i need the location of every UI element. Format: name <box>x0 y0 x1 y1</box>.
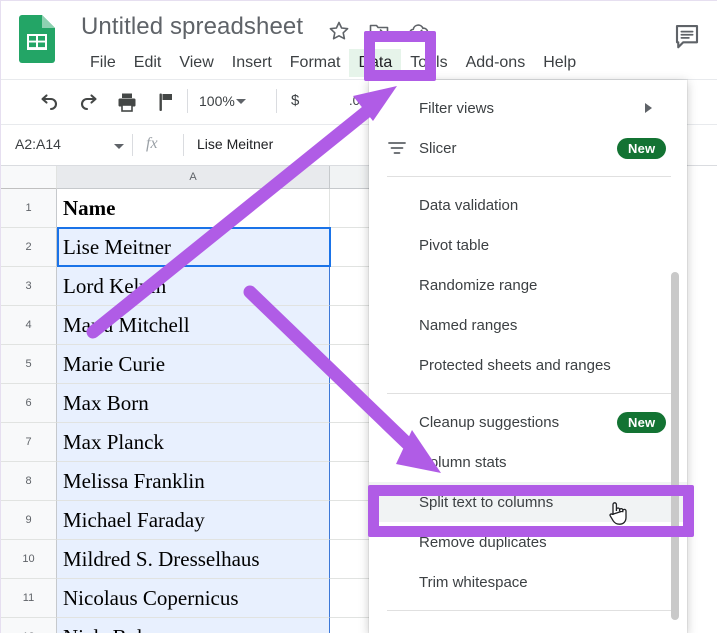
row-header[interactable]: 8 <box>1 462 57 501</box>
title-bar: Untitled spreadsheet File Edit View Inse… <box>1 1 717 79</box>
menu-edit[interactable]: Edit <box>125 49 171 77</box>
print-icon[interactable] <box>115 90 139 114</box>
menu-bar: File Edit View Insert Format Data Tools … <box>81 49 585 77</box>
cell-a9[interactable]: Michael Faraday <box>57 501 330 540</box>
toolbar-divider-2 <box>276 89 277 113</box>
menu-item-pivot-table[interactable]: Pivot table <box>369 225 687 265</box>
paint-format-icon[interactable] <box>154 90 178 114</box>
undo-icon[interactable] <box>37 90 61 114</box>
chevron-down-icon[interactable] <box>236 99 246 104</box>
formula-divider-2 <box>183 134 184 156</box>
row-header[interactable]: 9 <box>1 501 57 540</box>
menu-item-data-validation[interactable]: Data validation <box>369 185 687 225</box>
menu-item-slicer[interactable]: Slicer New <box>369 128 687 168</box>
cell-a1[interactable]: Name <box>57 189 330 228</box>
menu-item-label: Column stats <box>419 453 507 471</box>
decrease-decimal-button[interactable]: .0 <box>349 93 360 108</box>
cell-a2[interactable]: Lise Meitner <box>57 228 330 267</box>
slicer-icon <box>387 138 407 158</box>
name-box[interactable]: A2:A14 <box>15 136 61 152</box>
row-header[interactable]: 5 <box>1 345 57 384</box>
cell-a5[interactable]: Marie Curie <box>57 345 330 384</box>
row-header[interactable]: 7 <box>1 423 57 462</box>
row-header[interactable]: 2 <box>1 228 57 267</box>
menu-item-filter-views[interactable]: Filter views <box>369 88 687 128</box>
column-header-a[interactable]: A <box>57 166 330 189</box>
row-header[interactable]: 12 <box>1 618 57 633</box>
menu-item-trim-whitespace[interactable]: Trim whitespace <box>369 562 687 602</box>
formula-divider-1 <box>132 134 133 156</box>
zoom-level[interactable]: 100% <box>199 93 235 109</box>
menu-separator <box>387 610 671 611</box>
currency-format-button[interactable]: $ <box>291 92 299 109</box>
redo-icon[interactable] <box>77 90 101 114</box>
menu-item-cleanup-suggestions[interactable]: Cleanup suggestions New <box>369 402 687 442</box>
cell-a11[interactable]: Nicolaus Copernicus <box>57 579 330 618</box>
menu-item-label: Cleanup suggestions <box>419 413 560 431</box>
menu-item-label: Filter views <box>419 99 495 117</box>
fx-icon: fx <box>146 135 158 152</box>
menu-item-protected-sheets-and-ranges[interactable]: Protected sheets and ranges <box>369 345 687 385</box>
menu-item-label: Pivot table <box>419 236 490 254</box>
row-header[interactable]: 6 <box>1 384 57 423</box>
menu-item-named-ranges[interactable]: Named ranges <box>369 305 687 345</box>
cell-a3[interactable]: Lord Kelvin <box>57 267 330 306</box>
menu-view[interactable]: View <box>170 49 222 77</box>
document-title[interactable]: Untitled spreadsheet <box>81 13 303 41</box>
cell-a4[interactable]: Maria Mitchell <box>57 306 330 345</box>
menu-item-label: Trim whitespace <box>419 573 528 591</box>
menu-item-label: Data validation <box>419 196 519 214</box>
menu-scrollbar[interactable] <box>671 272 679 620</box>
row-header[interactable]: 3 <box>1 267 57 306</box>
cell-a7[interactable]: Max Planck <box>57 423 330 462</box>
submenu-arrow-icon <box>645 103 652 113</box>
menu-insert[interactable]: Insert <box>223 49 281 77</box>
data-menu-dropdown: Filter views Slicer New Data validation Pivo… <box>369 80 687 633</box>
name-box-chevron-down-icon[interactable] <box>114 144 124 149</box>
menu-item-column-stats[interactable]: Column stats <box>369 442 687 482</box>
row-header[interactable]: 1 <box>1 189 57 228</box>
google-sheets-window: Untitled spreadsheet File Edit View Inse… <box>0 0 717 633</box>
sheets-logo-icon <box>19 15 55 63</box>
menu-addons[interactable]: Add-ons <box>457 49 535 77</box>
row-header[interactable]: 11 <box>1 579 57 618</box>
formula-input[interactable]: Lise Meitner <box>197 136 273 152</box>
hand-pointer-cursor <box>605 497 631 527</box>
highlight-box-data-menu <box>364 31 436 81</box>
menu-item-randomize-range[interactable]: Randomize range <box>369 265 687 305</box>
cell-a8[interactable]: Melissa Franklin <box>57 462 330 501</box>
menu-separator <box>387 393 671 394</box>
highlight-box-split-text <box>368 485 694 537</box>
menu-item-label: Randomize range <box>419 276 538 294</box>
select-all-corner[interactable] <box>1 166 57 189</box>
cell-a6[interactable]: Max Born <box>57 384 330 423</box>
comment-icon[interactable] <box>672 21 702 51</box>
cell-a10[interactable]: Mildred S. Dresselhaus <box>57 540 330 579</box>
menu-file[interactable]: File <box>81 49 125 77</box>
toolbar-divider-1 <box>187 89 188 113</box>
cell-a12[interactable]: Niels Bohr <box>57 618 330 633</box>
menu-item-label: Named ranges <box>419 316 518 334</box>
menu-format[interactable]: Format <box>281 49 350 77</box>
new-badge: New <box>617 137 667 159</box>
menu-item-label: Protected sheets and ranges <box>419 356 611 374</box>
row-header[interactable]: 10 <box>1 540 57 579</box>
row-header[interactable]: 4 <box>1 306 57 345</box>
star-icon[interactable] <box>327 19 351 43</box>
new-badge: New <box>617 411 667 433</box>
menu-item-label: Slicer <box>419 139 457 157</box>
menu-separator <box>387 176 671 177</box>
menu-help[interactable]: Help <box>534 49 585 77</box>
